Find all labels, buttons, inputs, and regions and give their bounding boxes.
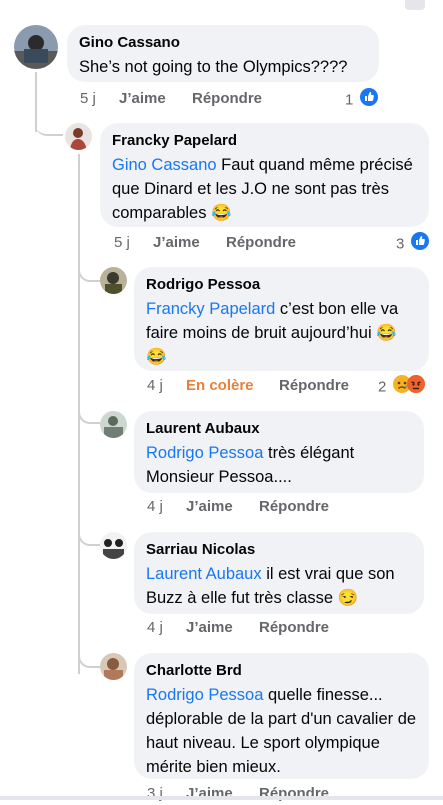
- comment-actions: 5 j J’aime Répondre: [114, 232, 314, 254]
- comment-time[interactable]: 5 j: [114, 232, 130, 254]
- bottom-divider: [0, 796, 443, 800]
- thread-elbow: [78, 650, 100, 668]
- reply-button[interactable]: Répondre: [259, 496, 329, 518]
- menu-stub: [405, 0, 425, 10]
- comment-text: She’s not going to the Olympics????: [79, 58, 348, 76]
- comment-time[interactable]: 4 j: [147, 617, 163, 639]
- avatar[interactable]: [100, 653, 127, 680]
- like-icon: [410, 232, 429, 257]
- comment-actions: 4 j J’aime Répondre: [147, 617, 367, 639]
- like-button[interactable]: J’aime: [119, 88, 166, 110]
- angry-icon: [406, 375, 425, 400]
- comment-bubble: Rodrigo Pessoa Francky Papelard c’est bo…: [134, 267, 429, 371]
- comment-text: Gino Cassano Faut quand même précisé que…: [112, 153, 417, 225]
- reply-button[interactable]: Répondre: [259, 617, 329, 639]
- avatar[interactable]: [100, 411, 127, 438]
- comment-text: Francky Papelard c’est bon elle va faire…: [146, 297, 417, 369]
- comment-time[interactable]: 5 j: [80, 88, 96, 110]
- thread-elbow: [78, 530, 100, 546]
- mention-link[interactable]: Rodrigo Pessoa: [146, 686, 263, 704]
- reaction-summary[interactable]: 3: [396, 232, 429, 254]
- mention-link[interactable]: Francky Papelard: [146, 300, 275, 318]
- comment-bubble: Laurent Aubaux Rodrigo Pessoa très éléga…: [134, 411, 424, 493]
- angry-reaction-button[interactable]: En colère: [186, 375, 254, 397]
- thread-elbow: [35, 98, 63, 136]
- like-button[interactable]: J’aime: [186, 496, 233, 518]
- comment-text: Rodrigo Pessoa très élégant Monsieur Pes…: [146, 441, 412, 489]
- like-icon: [359, 88, 378, 113]
- comment-author[interactable]: Sarriau Nicolas: [146, 540, 412, 560]
- comment-text: Laurent Aubaux il est vrai que son Buzz …: [146, 562, 412, 610]
- reaction-count: 2: [378, 378, 387, 396]
- like-button[interactable]: J’aime: [186, 783, 233, 805]
- comment-bubble: Sarriau Nicolas Laurent Aubaux il est vr…: [134, 532, 424, 614]
- reaction-summary[interactable]: 2: [378, 375, 425, 397]
- reaction-summary[interactable]: 1: [345, 88, 378, 110]
- comment-author[interactable]: Laurent Aubaux: [146, 419, 412, 439]
- thread-elbow: [78, 408, 100, 424]
- comment-actions: 4 j En colère Répondre: [147, 375, 367, 397]
- comment-actions: 5 j J’aime Répondre: [80, 88, 280, 110]
- reply-button[interactable]: Répondre: [259, 783, 329, 805]
- mention-link[interactable]: Gino Cassano: [112, 156, 217, 174]
- comment-bubble: Francky Papelard Gino Cassano Faut quand…: [100, 123, 429, 227]
- reaction-count: 3: [396, 235, 405, 253]
- comment-bubble: Gino Cassano She’s not going to the Olym…: [67, 25, 379, 82]
- comment-author[interactable]: Gino Cassano: [79, 33, 367, 53]
- comment-author[interactable]: Charlotte Brd: [146, 661, 417, 681]
- comment-author[interactable]: Francky Papelard: [112, 131, 417, 151]
- thread-elbow: [78, 266, 100, 282]
- comment-time[interactable]: 4 j: [147, 496, 163, 518]
- reply-button[interactable]: Répondre: [226, 232, 296, 254]
- comment-time[interactable]: 4 j: [147, 375, 163, 397]
- comment-text: Rodrigo Pessoa quelle finesse... déplora…: [146, 683, 417, 779]
- mention-link[interactable]: Rodrigo Pessoa: [146, 444, 263, 462]
- comment-actions: 3 j J’aime Répondre: [147, 783, 367, 805]
- avatar[interactable]: [14, 25, 58, 69]
- like-button[interactable]: J’aime: [186, 617, 233, 639]
- reaction-count: 1: [345, 91, 354, 109]
- comment-bubble: Charlotte Brd Rodrigo Pessoa quelle fine…: [134, 653, 429, 779]
- avatar[interactable]: [65, 123, 92, 150]
- avatar[interactable]: [100, 532, 127, 559]
- mention-link[interactable]: Laurent Aubaux: [146, 565, 262, 583]
- reply-button[interactable]: Répondre: [192, 88, 262, 110]
- like-button[interactable]: J’aime: [153, 232, 200, 254]
- reply-button[interactable]: Répondre: [279, 375, 349, 397]
- comment-actions: 4 j J’aime Répondre: [147, 496, 367, 518]
- avatar[interactable]: [100, 267, 127, 294]
- comment-author[interactable]: Rodrigo Pessoa: [146, 275, 417, 295]
- comment-time[interactable]: 3 j: [147, 783, 163, 805]
